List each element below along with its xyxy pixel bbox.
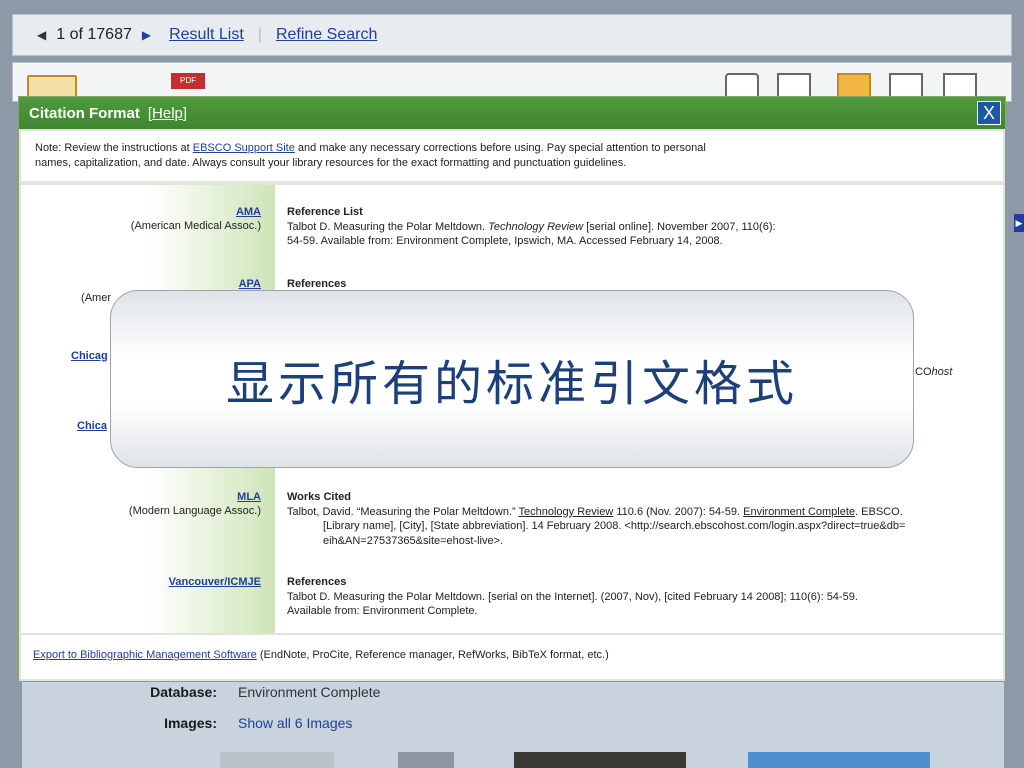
citation-fragment: host (931, 366, 953, 378)
database-value: Environment Complete (238, 684, 381, 700)
dialog-header: Citation Format [Help] X (19, 97, 1005, 129)
show-images-link[interactable]: Show all 6 Images (238, 715, 352, 731)
previous-arrow-icon[interactable]: ◀ (37, 28, 46, 42)
citation-heading: Works Cited (287, 491, 351, 503)
record-details: Database: Environment Complete Images: S… (22, 680, 1004, 768)
result-navigation: ◀ 1 of 17687 ▶ Result List | Refine Sear… (12, 14, 1012, 56)
citation-text: References Talbot D. Measuring the Polar… (287, 575, 987, 619)
result-position: 1 of 17687 (56, 26, 132, 43)
dialog-title: Citation Format (29, 104, 140, 122)
citation-text: Reference List Talbot D. Measuring the P… (287, 205, 987, 249)
citation-fragment: Talbot D. Measuring the Polar Meltdown. (287, 220, 489, 233)
citation-heading: Reference List (287, 206, 363, 218)
citation-fragment: [serial online]. November 2007, 110(6): (583, 220, 776, 233)
style-link-ama[interactable]: AMA (236, 206, 261, 218)
citation-fragment: Talbot D. Measuring the Polar Meltdown. … (287, 590, 858, 603)
citation-indent: [Library name], [City], [State abbreviat… (287, 519, 987, 548)
database-name: Environment Complete (743, 505, 856, 518)
image-thumbnail[interactable] (514, 752, 686, 768)
note-panel: Note: Review the instructions at EBSCO S… (21, 131, 1003, 181)
style-link-mla[interactable]: MLA (237, 491, 261, 503)
export-description: (EndNote, ProCite, Reference manager, Re… (256, 649, 609, 661)
help-link-wrapper: [Help] (147, 104, 188, 122)
style-link-apa[interactable]: APA (239, 278, 261, 290)
style-full-name: (American Medical Assoc.) (130, 220, 261, 232)
citation-fragment: Talbot, David. “Measuring the Polar Melt… (287, 505, 519, 518)
citation-fragment: eih&AN=27537365&site=ehost-live>. (323, 534, 504, 547)
journal-title: Technology Review (518, 505, 614, 518)
caption-banner: 显示所有的标准引文格式 (110, 290, 914, 468)
style-cell: Vancouver/ICMJE (21, 575, 261, 589)
citation-fragment: 110.6 (Nov. 2007): 54-59. (613, 505, 744, 518)
database-label: Database: (150, 684, 217, 700)
citation-text: COhost (915, 365, 995, 380)
next-arrow-icon[interactable]: ▶ (142, 28, 151, 42)
help-link[interactable]: Help (152, 105, 183, 122)
style-cell: MLA (Modern Language Assoc.) (21, 490, 261, 518)
style-link-chicago-2[interactable]: Chica (77, 420, 107, 432)
citation-fragment: . EBSCO. (855, 505, 903, 518)
style-link-chicago[interactable]: Chicag (71, 350, 108, 362)
close-button[interactable]: X (977, 101, 1001, 125)
note-text: and make any necessary corrections befor… (294, 142, 706, 154)
refine-search-link[interactable]: Refine Search (276, 26, 377, 44)
citation-fragment: [Library name], [City], [State abbreviat… (323, 520, 906, 532)
side-expand-icon[interactable]: ▶ (1014, 214, 1024, 232)
pdf-icon[interactable]: PDF (171, 73, 205, 89)
nav-separator: | (257, 26, 262, 43)
style-full-name: (Amer (81, 292, 111, 304)
citation-heading: References (287, 576, 347, 588)
journal-title: Technology Review (488, 220, 584, 233)
result-list-link[interactable]: Result List (169, 26, 244, 44)
image-thumbnail[interactable] (220, 752, 334, 768)
citation-fragment: 54-59. Available from: Environment Compl… (287, 235, 723, 247)
citation-fragment: Available from: Environment Complete. (287, 605, 478, 617)
citation-fragment: CO (915, 366, 932, 378)
note-text: Note: Review the instructions at (35, 142, 193, 154)
style-cell: AMA (American Medical Assoc.) (21, 205, 261, 233)
images-label: Images: (164, 715, 217, 731)
export-panel: Export to Bibliographic Management Softw… (21, 635, 1003, 679)
style-full-name: (Modern Language Assoc.) (128, 505, 261, 517)
caption-text: 显示所有的标准引文格式 (225, 356, 798, 412)
image-thumbnail[interactable] (398, 752, 454, 768)
image-thumbnail[interactable] (748, 752, 930, 768)
style-link-vancouver[interactable]: Vancouver/ICMJE (169, 576, 261, 588)
export-link[interactable]: Export to Bibliographic Management Softw… (33, 649, 257, 661)
citation-text: Works Cited Talbot, David. “Measuring th… (287, 490, 987, 548)
note-text: names, capitalization, and date. Always … (35, 157, 627, 169)
ebsco-support-link[interactable]: EBSCO Support Site (193, 142, 295, 154)
